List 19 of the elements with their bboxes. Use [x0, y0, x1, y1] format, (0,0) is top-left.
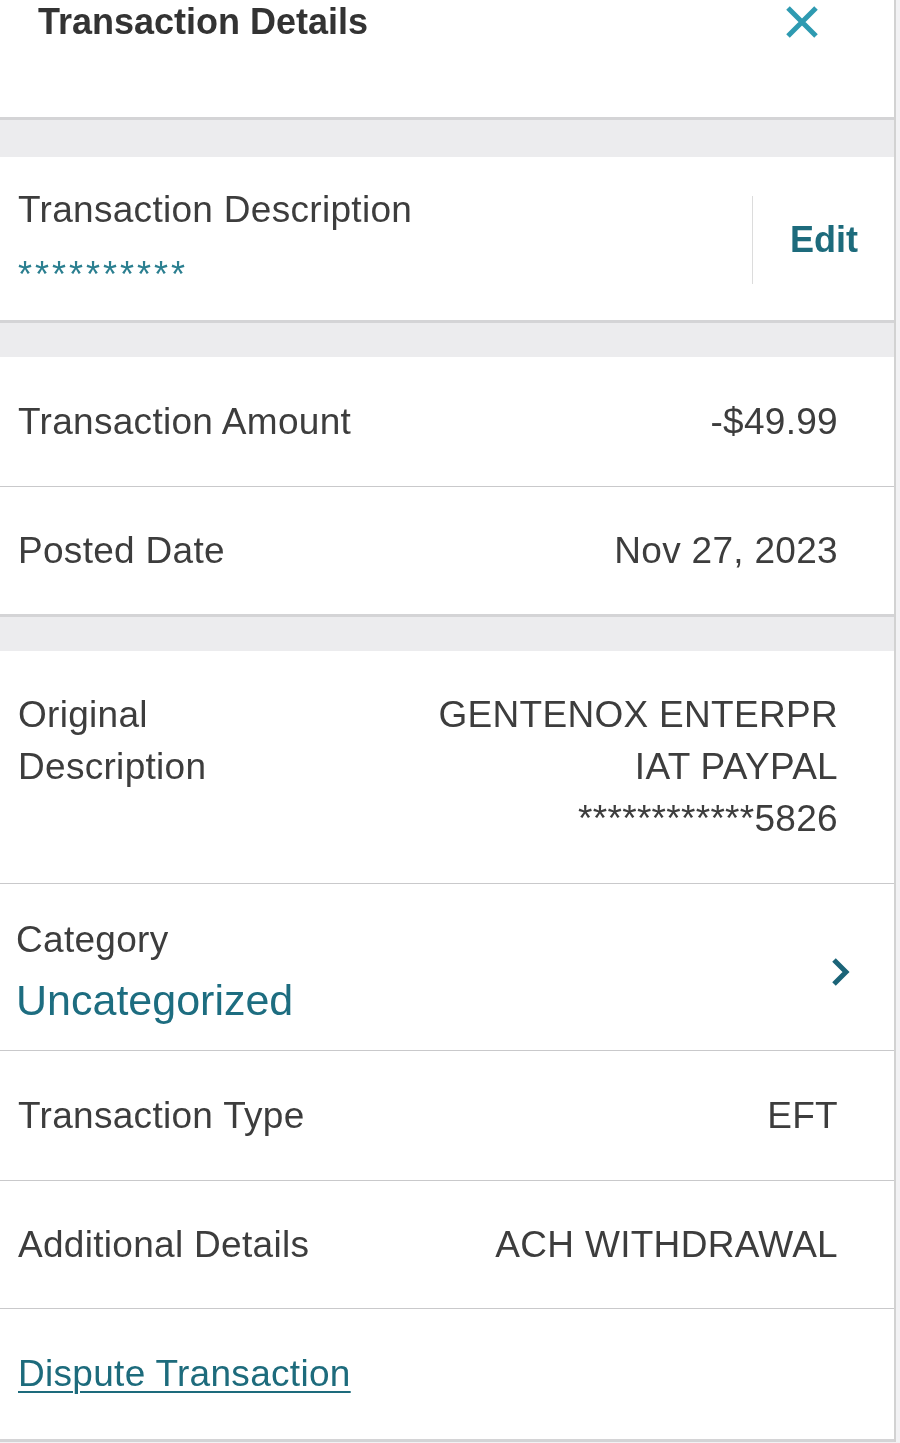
description-label: Transaction Description [18, 188, 413, 232]
field-label: Posted Date [18, 528, 225, 573]
category-value[interactable]: Uncategorized [16, 973, 294, 1026]
field-label: Transaction Type [18, 1093, 305, 1138]
field-value: ACH WITHDRAWAL [495, 1222, 838, 1267]
edit-button[interactable]: Edit [752, 195, 858, 284]
field-value: Nov 27, 2023 [614, 528, 838, 573]
field-value: GENTENOX ENTERPR IAT PAYPAL ************5826 [438, 693, 838, 841]
description-value: ********** [18, 253, 189, 291]
close-icon[interactable] [784, 4, 820, 40]
field-label: Category [16, 917, 169, 962]
panel-title: Transaction Details [38, 4, 369, 40]
field-label: Additional Details [18, 1222, 310, 1267]
field-value: -$49.99 [710, 399, 838, 444]
field-value: EFT [767, 1093, 838, 1138]
field-label: Transaction Amount [18, 399, 352, 444]
chevron-right-icon[interactable] [830, 956, 850, 987]
field-label: Original Description [18, 693, 208, 789]
dispute-transaction-link[interactable]: Dispute Transaction [18, 1352, 351, 1396]
